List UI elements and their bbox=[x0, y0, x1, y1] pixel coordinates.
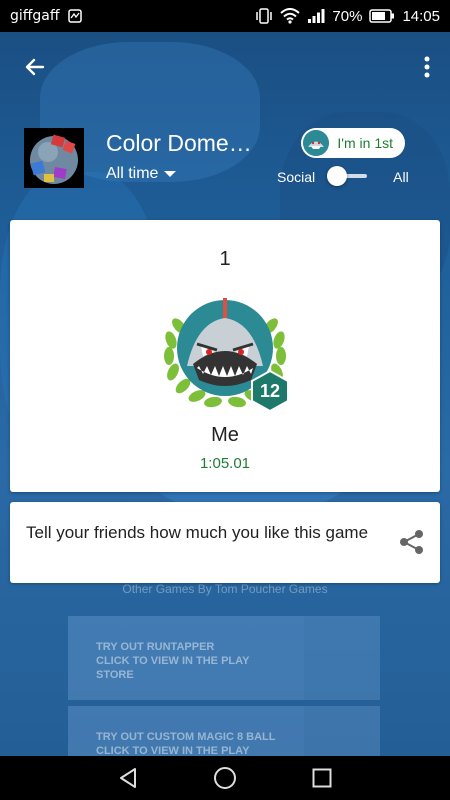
clock: 14:05 bbox=[402, 7, 440, 25]
wifi-icon bbox=[280, 8, 301, 24]
rank-pill-label: I'm in 1st bbox=[337, 135, 393, 151]
overflow-menu-button[interactable] bbox=[418, 50, 436, 84]
time-filter-dropdown[interactable]: All time bbox=[106, 165, 177, 183]
nav-back-button[interactable] bbox=[108, 758, 148, 798]
carrier-label: giffgaff bbox=[10, 8, 60, 24]
battery-percent: 70% bbox=[332, 7, 363, 25]
promo-runtapper: TRY OUT RUNTAPPER CLICK TO VIEW IN THE P… bbox=[68, 616, 304, 700]
promo-line: CLICK TO VIEW IN THE PLAY STORE bbox=[96, 745, 250, 756]
promo-thumbnail bbox=[304, 616, 380, 700]
promo-thumbnail bbox=[304, 706, 380, 756]
battery-icon bbox=[369, 9, 395, 23]
nav-recents-button[interactable] bbox=[302, 758, 342, 798]
toggle-social-label: Social bbox=[277, 169, 316, 185]
level-badge: 12 bbox=[251, 369, 289, 413]
arrow-left-icon bbox=[25, 58, 45, 76]
triangle-back-icon bbox=[120, 768, 137, 788]
circle-home-icon bbox=[213, 767, 236, 789]
game-title: Color Dome… bbox=[106, 130, 252, 156]
level-number: 12 bbox=[259, 381, 281, 401]
rank-pill-button[interactable]: I'm in 1st bbox=[301, 128, 405, 158]
toggle-all-label: All bbox=[393, 169, 409, 185]
game-icon bbox=[24, 128, 84, 188]
notification-icon bbox=[67, 9, 82, 23]
system-nav-bar bbox=[0, 756, 450, 800]
player-rank-card[interactable]: 1 12 Me 1:05.01 bbox=[10, 220, 440, 492]
share-card[interactable]: Tell your friends how much you like this… bbox=[10, 502, 440, 583]
switch-thumb bbox=[327, 166, 348, 186]
share-icon bbox=[400, 530, 423, 554]
social-all-toggle-row: Social All bbox=[277, 166, 409, 188]
time-filter-label: All time bbox=[106, 165, 159, 182]
other-games-heading: Other Games By Tom Poucher Games bbox=[122, 582, 328, 596]
vibrate-icon bbox=[255, 8, 273, 24]
more-vert-icon bbox=[424, 56, 430, 78]
promo-line: TRY OUT CUSTOM MAGIC 8 BALL bbox=[96, 731, 276, 743]
player-score: 1:05.01 bbox=[199, 455, 251, 472]
promo-line: CLICK TO VIEW IN THE PLAY STORE bbox=[96, 655, 250, 681]
rank-number: 1 bbox=[219, 248, 231, 270]
leaderboard-header: Color Dome… All time I'm in 1st Social A… bbox=[24, 128, 434, 192]
promo-magic-8-ball: TRY OUT CUSTOM MAGIC 8 BALL CLICK TO VIE… bbox=[68, 706, 304, 756]
player-name: Me bbox=[211, 424, 239, 446]
nav-home-button[interactable] bbox=[205, 758, 245, 798]
share-prompt-text: Tell your friends how much you like this… bbox=[26, 523, 369, 542]
status-bar: giffgaff 70% 14:05 bbox=[0, 0, 450, 32]
square-recents-icon bbox=[312, 768, 332, 788]
share-button[interactable] bbox=[398, 528, 426, 556]
dropdown-caret-icon bbox=[164, 171, 177, 177]
social-all-switch[interactable] bbox=[327, 166, 371, 188]
signal-icon bbox=[307, 8, 325, 24]
shark-avatar-icon bbox=[303, 130, 330, 156]
promo-line: TRY OUT RUNTAPPER bbox=[96, 641, 215, 653]
app-toolbar bbox=[0, 32, 450, 100]
back-button[interactable] bbox=[18, 50, 52, 84]
